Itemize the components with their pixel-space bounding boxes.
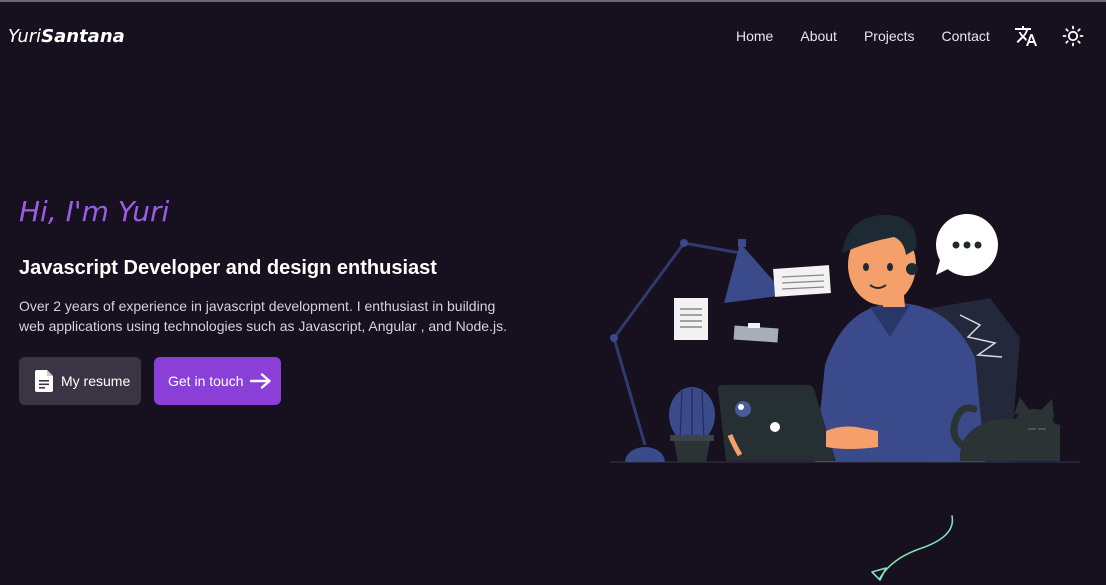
resume-button[interactable]: My resume: [19, 357, 141, 405]
plant-icon: [669, 387, 715, 462]
nav-link-contact[interactable]: Contact: [942, 28, 990, 44]
translate-icon: [1015, 26, 1037, 46]
speech-bubble-icon: [936, 214, 998, 276]
scroll-down-arrow-icon: [871, 515, 954, 581]
nav-link-home[interactable]: Home: [736, 28, 773, 44]
hero-headline: Javascript Developer and design enthusia…: [19, 257, 437, 279]
nav-link-projects[interactable]: Projects: [864, 28, 915, 44]
logo-first-name: Yuri: [8, 26, 42, 47]
nav-link-about[interactable]: About: [800, 28, 837, 44]
get-in-touch-label: Get in touch: [168, 373, 244, 389]
nav-links: Home About Projects Contact: [736, 28, 1017, 44]
hero-greeting: Hi, I'm Yuri: [19, 195, 170, 228]
translate-button[interactable]: [1014, 24, 1038, 48]
get-in-touch-button[interactable]: Get in touch: [154, 357, 281, 405]
document-icon: [35, 370, 53, 392]
developer-illustration: [610, 214, 1080, 463]
sun-icon: [1062, 25, 1084, 47]
navbar: YuriSantana Home About Projects Contact: [0, 2, 1106, 72]
theme-toggle-button[interactable]: [1061, 24, 1085, 48]
resume-button-label: My resume: [61, 373, 131, 389]
site-logo[interactable]: YuriSantana: [8, 26, 125, 47]
logo-last-name: Santana: [41, 26, 125, 47]
arrow-right-icon: [249, 373, 271, 389]
hero-description: Over 2 years of experience in javascript…: [19, 298, 507, 334]
